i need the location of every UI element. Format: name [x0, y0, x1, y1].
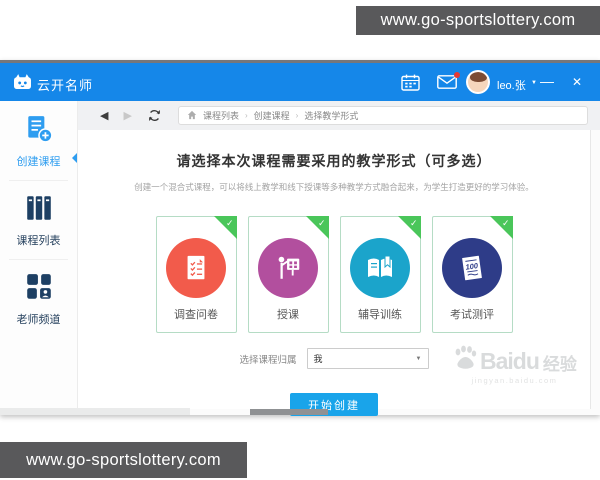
survey-icon — [166, 238, 226, 298]
breadcrumb: 课程列表 › 创建课程 › 选择教学形式 — [177, 106, 588, 125]
card-label: 授课 — [277, 309, 299, 321]
breadcrumb-course-list[interactable]: 课程列表 — [203, 109, 239, 122]
card-exam[interactable]: 100 ✓ 考试测评 — [431, 216, 513, 333]
back-button[interactable]: ◀ — [100, 109, 108, 122]
course-list-icon — [24, 196, 54, 226]
sidebar-item-label: 创建课程 — [16, 156, 61, 168]
card-label: 辅导训练 — [358, 309, 402, 321]
page-title: 请选择本次课程需要采用的教学形式（可多选） — [176, 153, 492, 169]
sidebar-item-course-list[interactable]: 课程列表 — [0, 181, 77, 248]
scrollbar-track — [0, 408, 190, 415]
select-caret-icon: ▼ — [415, 355, 422, 362]
home-icon[interactable] — [187, 110, 197, 122]
breadcrumb-separator: › — [295, 111, 299, 120]
exam-icon: 100 — [442, 238, 502, 298]
teacher-channel-icon — [24, 274, 54, 305]
check-icon: ✓ — [225, 218, 234, 228]
card-tutoring[interactable]: ✓ 辅导训练 — [339, 216, 421, 333]
minimize-button[interactable]: — — [540, 73, 554, 89]
avatar[interactable] — [466, 70, 490, 94]
ownership-label: 选择课程归属 — [239, 354, 297, 366]
check-icon: ✓ — [317, 218, 326, 228]
card-survey[interactable]: ✓ 调查问卷 — [155, 216, 237, 333]
breadcrumb-create-course[interactable]: 创建课程 — [254, 109, 290, 122]
nav-toolbar: ◀ ▶ 课程列表 › 创建课程 › 选择教学形式 — [78, 101, 600, 130]
ownership-selected-value: 我 — [313, 354, 323, 364]
app-title: 云开名师 — [37, 78, 94, 93]
notification-dot — [454, 72, 460, 78]
ownership-select[interactable]: 我 ▼ — [306, 348, 429, 369]
watermark-top: www.go-sportslottery.com — [356, 6, 600, 35]
screenshot-canvas: www.go-sportslottery.com 云开名师 leo.张 ▼ — … — [0, 0, 600, 480]
user-menu-caret-icon[interactable]: ▼ — [531, 80, 537, 86]
sidebar: 创建课程 课程列表 老师频道 — [0, 101, 78, 415]
scrollbar-thumb[interactable] — [250, 409, 328, 415]
username[interactable]: leo.张 — [497, 77, 526, 93]
refresh-icon[interactable] — [148, 109, 161, 122]
lecture-icon — [258, 238, 318, 298]
card-label: 调查问卷 — [174, 309, 218, 321]
card-label: 考试测评 — [450, 309, 494, 321]
content-panel: 请选择本次课程需要采用的教学形式（可多选） 创建一个混合式课程，可以将线上教学和… — [78, 130, 591, 416]
mail-icon[interactable] — [437, 72, 460, 94]
active-item-indicator — [72, 153, 77, 163]
breadcrumb-select-teaching-format[interactable]: 选择教学形式 — [304, 109, 358, 122]
check-icon: ✓ — [409, 218, 418, 228]
teaching-format-options: ✓ 调查问卷 ✓ 授课 ✓ 辅导训练 100 ✓ 考试测评 — [78, 216, 590, 333]
forward-button[interactable]: ▶ — [123, 109, 131, 122]
course-ownership-row: 选择课程归属 我 ▼ — [78, 348, 590, 369]
tutoring-icon — [350, 238, 410, 298]
calendar-icon[interactable] — [401, 74, 420, 96]
watermark-bottom: www.go-sportslottery.com — [0, 442, 247, 478]
sidebar-item-label: 课程列表 — [16, 235, 61, 247]
page-subtitle: 创建一个混合式课程，可以将线上教学和线下授课等多种教学方式融合起来，为学生打造更… — [134, 182, 534, 192]
sidebar-item-create-course[interactable]: 创建课程 — [0, 101, 77, 169]
check-icon: ✓ — [501, 218, 510, 228]
sidebar-item-teacher-channel[interactable]: 老师频道 — [0, 260, 77, 327]
titlebar: 云开名师 leo.张 ▼ — ✕ — [0, 63, 600, 101]
app-window: 云开名师 leo.张 ▼ — ✕ ◀ ▶ 课程列表 › 创建课程 › 选择教学形… — [0, 60, 600, 416]
close-button[interactable]: ✕ — [572, 75, 582, 89]
card-lecture[interactable]: ✓ 授课 — [247, 216, 329, 333]
app-logo-icon — [13, 73, 32, 95]
sidebar-item-label: 老师频道 — [16, 314, 61, 326]
breadcrumb-separator: › — [244, 111, 248, 120]
create-course-icon — [24, 116, 54, 147]
